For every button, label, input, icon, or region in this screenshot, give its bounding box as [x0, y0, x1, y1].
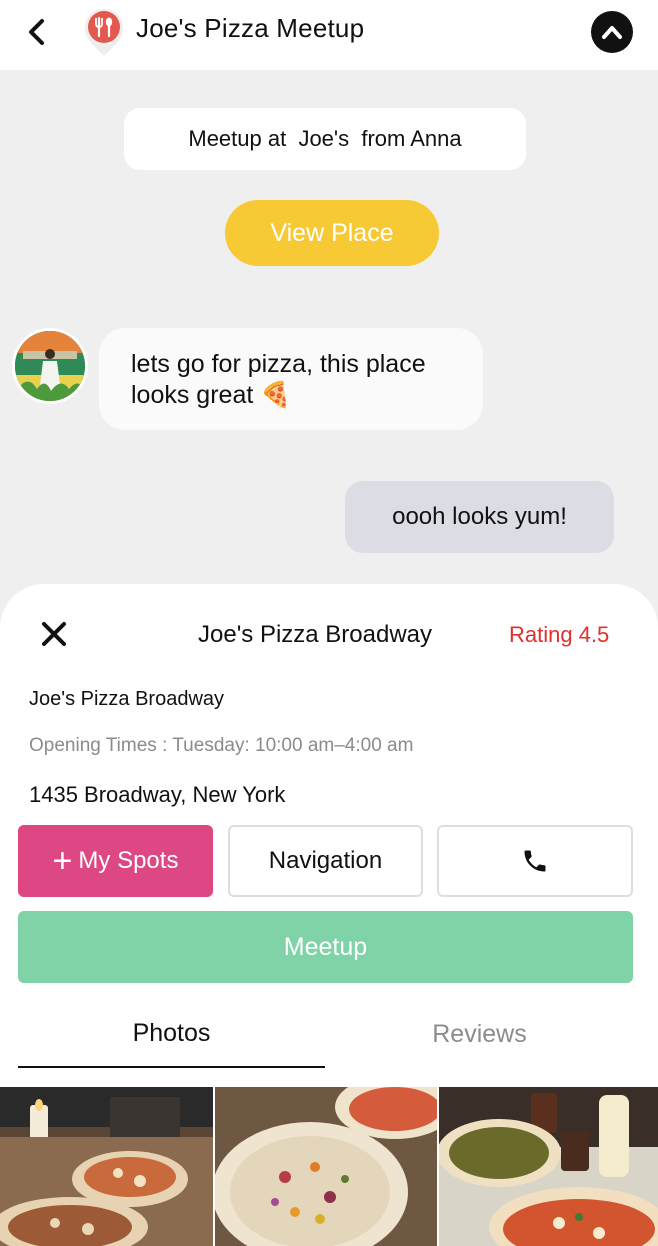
navigation-button[interactable]: Navigation — [228, 825, 423, 897]
place-photo[interactable] — [0, 1087, 213, 1246]
place-photo[interactable] — [439, 1087, 658, 1246]
view-place-button[interactable]: View Place — [225, 200, 439, 266]
sheet-title: Joe's Pizza Broadway — [198, 621, 433, 648]
restaurant-pin-icon — [85, 9, 123, 56]
tab-photos[interactable]: Photos — [18, 1000, 325, 1068]
plus-icon: + — [52, 842, 73, 880]
avatar-photo — [15, 331, 85, 401]
add-to-my-spots-button[interactable]: + My Spots — [18, 825, 213, 897]
back-button[interactable] — [18, 14, 54, 50]
app-header: Joe's Pizza Meetup — [0, 0, 658, 70]
collapse-button[interactable] — [591, 11, 633, 53]
place-details-sheet: Joe's Pizza Broadway Rating 4.5 Joe's Pi… — [0, 584, 658, 1246]
meetup-invite-banner: Meetup at Joe's from Anna — [124, 108, 526, 170]
chevron-left-icon — [29, 19, 44, 45]
incoming-message: lets go for pizza, this place looks grea… — [99, 328, 483, 430]
place-name: Joe's Pizza Broadway — [29, 688, 225, 710]
tab-reviews[interactable]: Reviews — [326, 1000, 633, 1068]
page-title: Joe's Pizza Meetup — [136, 13, 365, 43]
rating-label: Rating 4.5 — [509, 622, 610, 647]
outgoing-message: oooh looks yum! — [345, 481, 614, 553]
place-photo[interactable] — [215, 1087, 437, 1246]
opening-times: Opening Times : Tuesday: 10:00 am–4:00 a… — [29, 735, 414, 756]
phone-icon — [524, 850, 546, 872]
close-icon — [42, 622, 66, 646]
address: 1435 Broadway, New York — [29, 782, 286, 807]
meetup-button[interactable]: Meetup — [18, 911, 633, 983]
close-button[interactable] — [34, 614, 74, 654]
call-button[interactable] — [437, 825, 633, 897]
avatar[interactable] — [12, 328, 88, 404]
my-spots-label: My Spots — [78, 847, 179, 874]
chevron-up-icon — [602, 26, 622, 39]
